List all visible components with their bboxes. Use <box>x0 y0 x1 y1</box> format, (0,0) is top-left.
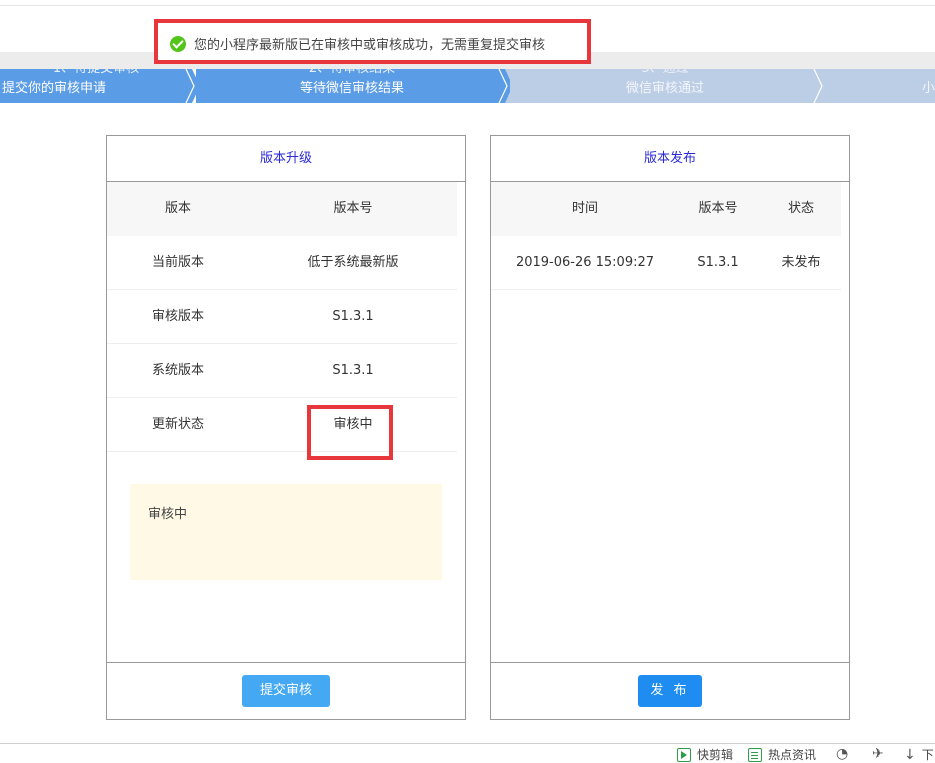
status-note: 审核中 <box>130 484 442 580</box>
toast-content: 您的小程序最新版已在审核中或审核成功，无需重复提交审核 <box>170 34 545 53</box>
step-2-title: 2、待审核结果 <box>196 69 508 77</box>
header-version: 版本 <box>164 201 191 216</box>
row-value: S1.3.1 <box>332 309 374 324</box>
row-value: 低于系统最新版 <box>307 255 399 270</box>
publish-panel-title: 版本发布 <box>491 136 849 182</box>
toast-message: 您的小程序最新版已在审核中或审核成功，无需重复提交审核 <box>194 38 546 53</box>
row-label: 更新状态 <box>151 417 204 432</box>
header-version-number: 版本号 <box>698 201 738 216</box>
table-row: 系统版本 S1.3.1 <box>107 344 457 398</box>
page: 1、待提交审核 提交你的审核申请 2、待审核结果 等待微信审核结果 3、通过 微… <box>0 0 935 763</box>
panel-footer-divider <box>107 662 465 663</box>
download-link[interactable]: ↓ 下 <box>904 746 934 763</box>
submit-review-button[interactable]: 提交审核 <box>242 675 330 707</box>
step-2: 2、待审核结果 等待微信审核结果 <box>196 69 508 103</box>
news-icon <box>748 747 762 762</box>
upgrade-panel-title: 版本升级 <box>107 136 465 182</box>
step-2-desc: 等待微信审核结果 <box>299 81 404 96</box>
hot-news-link[interactable]: 热点资讯 <box>748 746 816 763</box>
hot-news-label: 热点资讯 <box>768 748 817 762</box>
row-status: 未发布 <box>781 255 821 270</box>
download-arrow-icon: ↓ <box>904 746 916 763</box>
row-value: S1.3.1 <box>332 363 374 378</box>
header-status: 状态 <box>787 201 814 216</box>
step-3-desc: 微信审核通过 <box>625 81 704 96</box>
step-4: 小 <box>826 69 935 103</box>
step-1-desc: 提交你的审核申请 <box>2 81 107 96</box>
play-icon <box>677 747 691 762</box>
row-time: 2019-06-26 15:09:27 <box>515 255 655 270</box>
version-publish-panel: 版本发布 时间 版本号 状态 2019-06-26 15:09:27 S1.3.… <box>490 135 850 720</box>
top-divider <box>0 5 935 6</box>
status-highlight <box>307 405 393 460</box>
table-row: 2019-06-26 15:09:27 S1.3.1 未发布 <box>491 236 841 290</box>
table-row: 当前版本 低于系统最新版 <box>107 236 457 290</box>
header-time: 时间 <box>571 201 598 216</box>
quick-edit-label: 快剪辑 <box>697 748 734 762</box>
step-3: 3、通过 微信审核通过 <box>510 69 820 103</box>
step-1-title: 1、待提交审核 <box>0 69 192 77</box>
publish-button[interactable]: 发 布 <box>638 675 702 707</box>
row-label: 审核版本 <box>151 309 204 324</box>
speedometer-icon: ◔ <box>836 746 849 762</box>
pin-icon: ✈ <box>872 746 884 762</box>
table-row: 审核版本 S1.3.1 <box>107 290 457 344</box>
row-label: 系统版本 <box>151 363 204 378</box>
row-label: 当前版本 <box>151 255 204 270</box>
header-version-number: 版本号 <box>333 201 373 216</box>
step-4-desc: 小 <box>921 81 935 96</box>
success-toast: 您的小程序最新版已在审核中或审核成功，无需重复提交审核 <box>154 19 591 64</box>
step-3-title: 3、通过 <box>510 69 820 77</box>
browser-status-bar: 快剪辑 热点资讯 ◔ ✈ ↓ 下 <box>0 744 935 763</box>
speed-icon-button[interactable]: ◔ <box>836 746 848 762</box>
quick-edit-link[interactable]: 快剪辑 <box>677 746 733 763</box>
panel-footer-divider <box>491 662 849 663</box>
upgrade-table-header: 版本 版本号 <box>107 182 457 236</box>
step-1: 1、待提交审核 提交你的审核申请 <box>0 69 192 103</box>
table-row: 更新状态 审核中 <box>107 398 457 452</box>
review-steps: 1、待提交审核 提交你的审核申请 2、待审核结果 等待微信审核结果 3、通过 微… <box>0 69 935 103</box>
row-version: S1.3.1 <box>697 255 739 270</box>
publish-table-header: 时间 版本号 状态 <box>491 182 841 236</box>
download-label: 下 <box>921 748 934 762</box>
check-circle-icon <box>170 35 186 52</box>
pin-icon-button[interactable]: ✈ <box>872 746 884 762</box>
version-upgrade-panel: 版本升级 版本 版本号 当前版本 低于系统最新版 审核版本 S1.3.1 系统版… <box>106 135 466 720</box>
